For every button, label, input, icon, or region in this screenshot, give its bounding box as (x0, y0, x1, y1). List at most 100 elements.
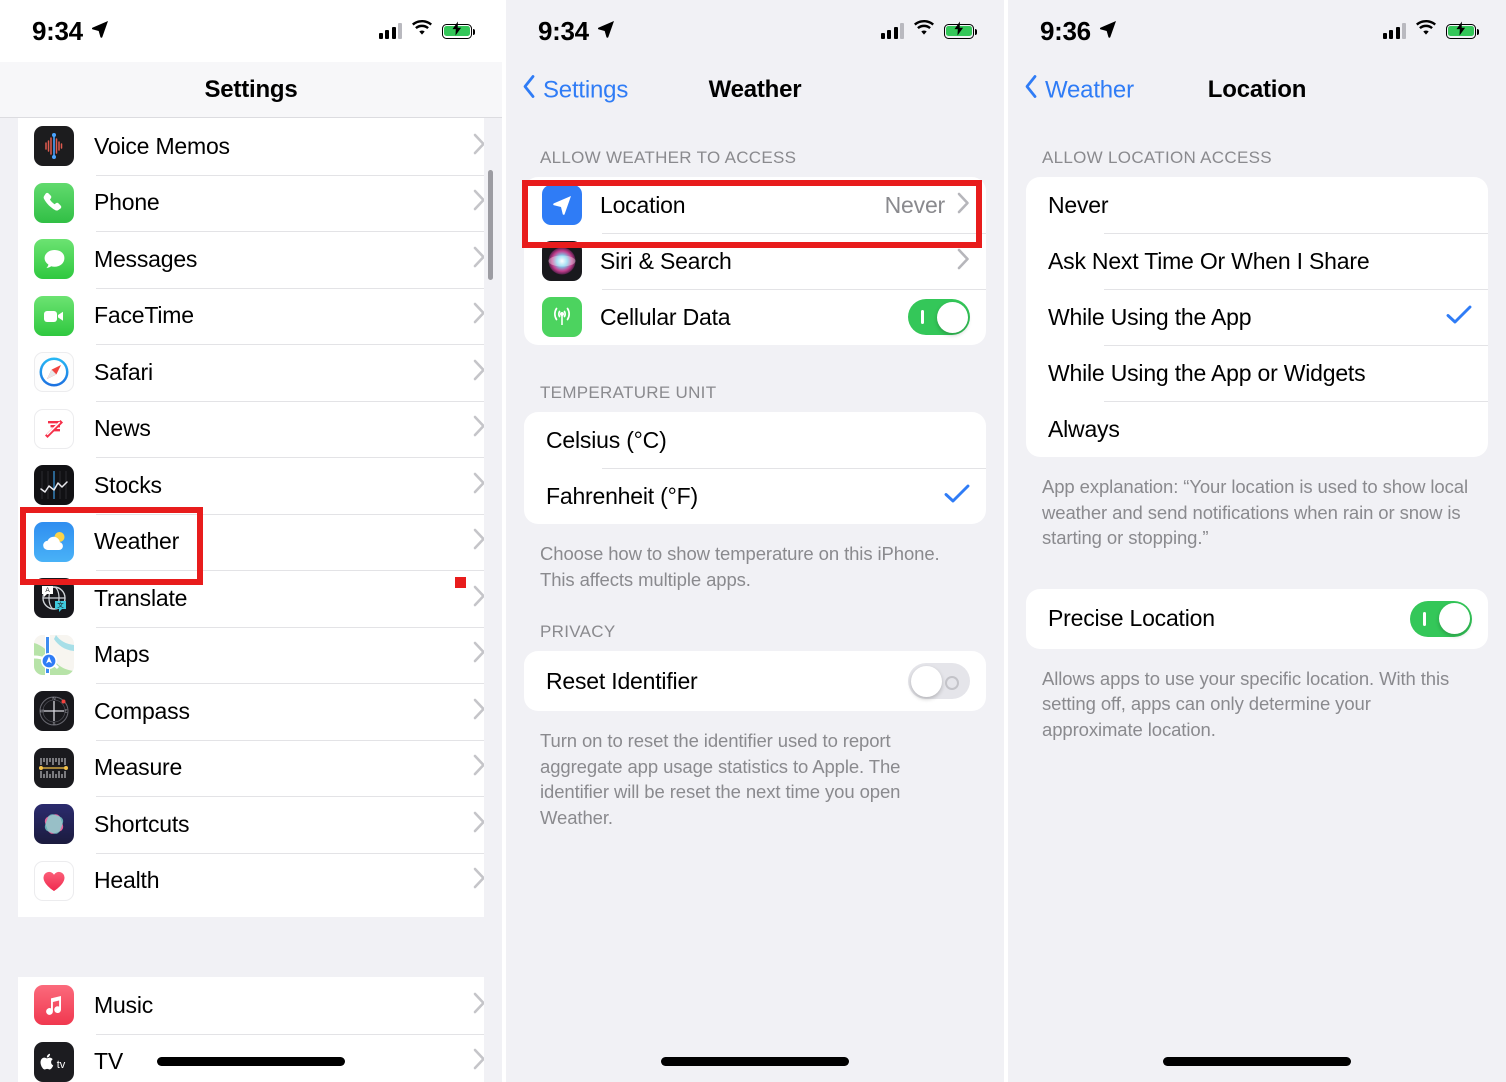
section-header-allow-location-access: ALLOW LOCATION ACCESS (1042, 148, 1272, 167)
settings-group-apps: Voice Memos Phone Messages FaceTime Safa… (0, 118, 502, 909)
section-header-privacy: PRIVACY (540, 622, 616, 642)
option-while-using-the-app-or-widgets[interactable]: While Using the App or Widgets (1026, 345, 1488, 401)
back-button[interactable]: Weather (1024, 75, 1134, 106)
row-label: While Using the App or Widgets (1048, 359, 1366, 386)
music-icon (34, 985, 74, 1026)
status-bar-right (880, 19, 978, 42)
home-indicator (661, 1057, 849, 1066)
precise-location-toggle[interactable] (1410, 600, 1472, 637)
row-siri-and-search[interactable]: Siri & Search (524, 233, 986, 289)
option-always[interactable]: Always (1026, 401, 1488, 457)
sidebar-item-label: Music (94, 991, 154, 1018)
wifi-icon (1415, 19, 1437, 42)
three-panel-screenshot: 9:34 Settings Voice Memos Phone Messages… (0, 0, 1506, 1082)
sidebar-item-maps[interactable]: Maps (0, 626, 502, 684)
facetime-icon (34, 295, 74, 336)
row-precise-location[interactable]: Precise Location (1026, 589, 1488, 649)
wifi-icon (411, 19, 433, 42)
section-header-allow-access: ALLOW WEATHER TO ACCESS (540, 148, 797, 167)
group-privacy: Reset Identifier (524, 651, 986, 712)
row-label: Celsius (°C) (546, 426, 667, 453)
page-title: Settings (204, 75, 298, 103)
scrollbar[interactable] (488, 170, 493, 280)
option-ask-next-time[interactable]: Ask Next Time Or When I Share (1026, 233, 1488, 289)
location-arrow-icon (1098, 19, 1118, 44)
status-bar: 9:34 (0, 0, 502, 62)
wifi-icon (913, 19, 935, 42)
cellular-data-toggle[interactable] (908, 299, 970, 335)
location-settings-scroll-area[interactable]: ALLOW LOCATION ACCESS Never Ask Next Tim… (1008, 118, 1506, 1082)
row-label: Precise Location (1048, 605, 1215, 632)
weather-icon (34, 521, 74, 562)
sidebar-item-safari[interactable]: Safari (0, 344, 502, 401)
sidebar-item-compass[interactable]: N S W E Compass (0, 683, 502, 740)
cellular-signal-icon (1382, 23, 1406, 39)
sidebar-item-shortcuts[interactable]: Shortcuts (0, 796, 502, 853)
row-label: Location (600, 191, 686, 218)
row-location[interactable]: Location Never (524, 177, 986, 233)
svg-text:tv: tv (57, 1059, 66, 1071)
compass-icon: N S W E (34, 691, 74, 732)
clock: 9:34 (32, 15, 83, 46)
sidebar-item-label: Weather (94, 528, 180, 555)
clock: 9:34 (538, 15, 589, 46)
tv-icon: tv (34, 1041, 74, 1082)
group-allow-access: Location Never Siri & Search Cellular Da… (524, 177, 986, 345)
svg-text:S: S (52, 721, 55, 726)
chevron-right-icon (957, 248, 970, 275)
panel-weather-settings: 9:34 Settings Weather ALLOW WEATHER TO A… (502, 0, 1004, 1082)
cellular-signal-icon (378, 23, 402, 39)
sidebar-item-phone[interactable]: Phone (0, 174, 502, 232)
sidebar-item-news[interactable]: News (0, 400, 502, 458)
row-cellular-data[interactable]: Cellular Data (524, 289, 986, 345)
sidebar-item-label: FaceTime (94, 302, 194, 329)
option-never[interactable]: Never (1026, 177, 1488, 233)
checkmark-icon (1446, 304, 1472, 331)
row-celsius[interactable]: Celsius (°C) (524, 412, 986, 468)
translate-icon: A 文 (34, 578, 74, 619)
maps-icon (34, 634, 74, 675)
battery-charging-icon (442, 21, 476, 39)
option-while-using-the-app[interactable]: While Using the App (1026, 289, 1488, 345)
svg-text:文: 文 (57, 600, 64, 609)
reset-identifier-toggle[interactable] (908, 663, 970, 700)
status-bar: 9:36 (1008, 0, 1506, 62)
back-button-label: Settings (543, 76, 629, 103)
section-footer-app-explanation: App explanation: “Your location is used … (1042, 476, 1468, 549)
row-label: Reset Identifier (546, 667, 698, 694)
group-temperature-unit: Celsius (°C) Fahrenheit (°F) (524, 412, 986, 524)
page-title: Weather (708, 76, 802, 103)
sidebar-item-label: Phone (94, 189, 160, 216)
svg-text:N: N (52, 696, 55, 701)
sidebar-item-weather[interactable]: Weather (0, 513, 502, 571)
row-reset-identifier[interactable]: Reset Identifier (524, 651, 986, 711)
checkmark-icon (944, 483, 970, 510)
status-bar-right (1382, 19, 1480, 42)
panel-location-settings: 9:36 Weather Location ALLOW LOCATION ACC… (1004, 0, 1506, 1082)
group-precise-location: Precise Location (1026, 588, 1488, 649)
sidebar-item-messages[interactable]: Messages (0, 231, 502, 288)
location-arrow-icon (542, 185, 582, 225)
sidebar-item-stocks[interactable]: Stocks (0, 457, 502, 514)
home-indicator (1163, 1057, 1351, 1066)
back-button[interactable]: Settings (522, 75, 628, 106)
section-footer-privacy: Turn on to reset the identifier used to … (540, 730, 901, 828)
sidebar-item-translate[interactable]: A 文 Translate (0, 570, 502, 627)
row-label: Cellular Data (600, 303, 731, 330)
sidebar-item-voice-memos[interactable]: Voice Memos (0, 118, 502, 175)
chevron-left-icon (522, 75, 536, 106)
sidebar-item-health[interactable]: Health (0, 852, 502, 910)
sidebar-item-facetime[interactable]: FaceTime (0, 287, 502, 345)
weather-settings-scroll-area[interactable]: ALLOW WEATHER TO ACCESS Location Never S… (506, 118, 1004, 1082)
news-icon (34, 408, 74, 449)
settings-scroll-area[interactable]: Voice Memos Phone Messages FaceTime Safa… (0, 118, 502, 1082)
sidebar-item-label: News (94, 415, 151, 442)
status-bar: 9:34 (506, 0, 1004, 62)
sidebar-item-measure[interactable]: Measure (0, 739, 502, 797)
row-fahrenheit[interactable]: Fahrenheit (°F) (524, 468, 986, 524)
sidebar-item-label: Translate (94, 584, 188, 611)
sidebar-item-music[interactable]: Music (0, 977, 502, 1034)
